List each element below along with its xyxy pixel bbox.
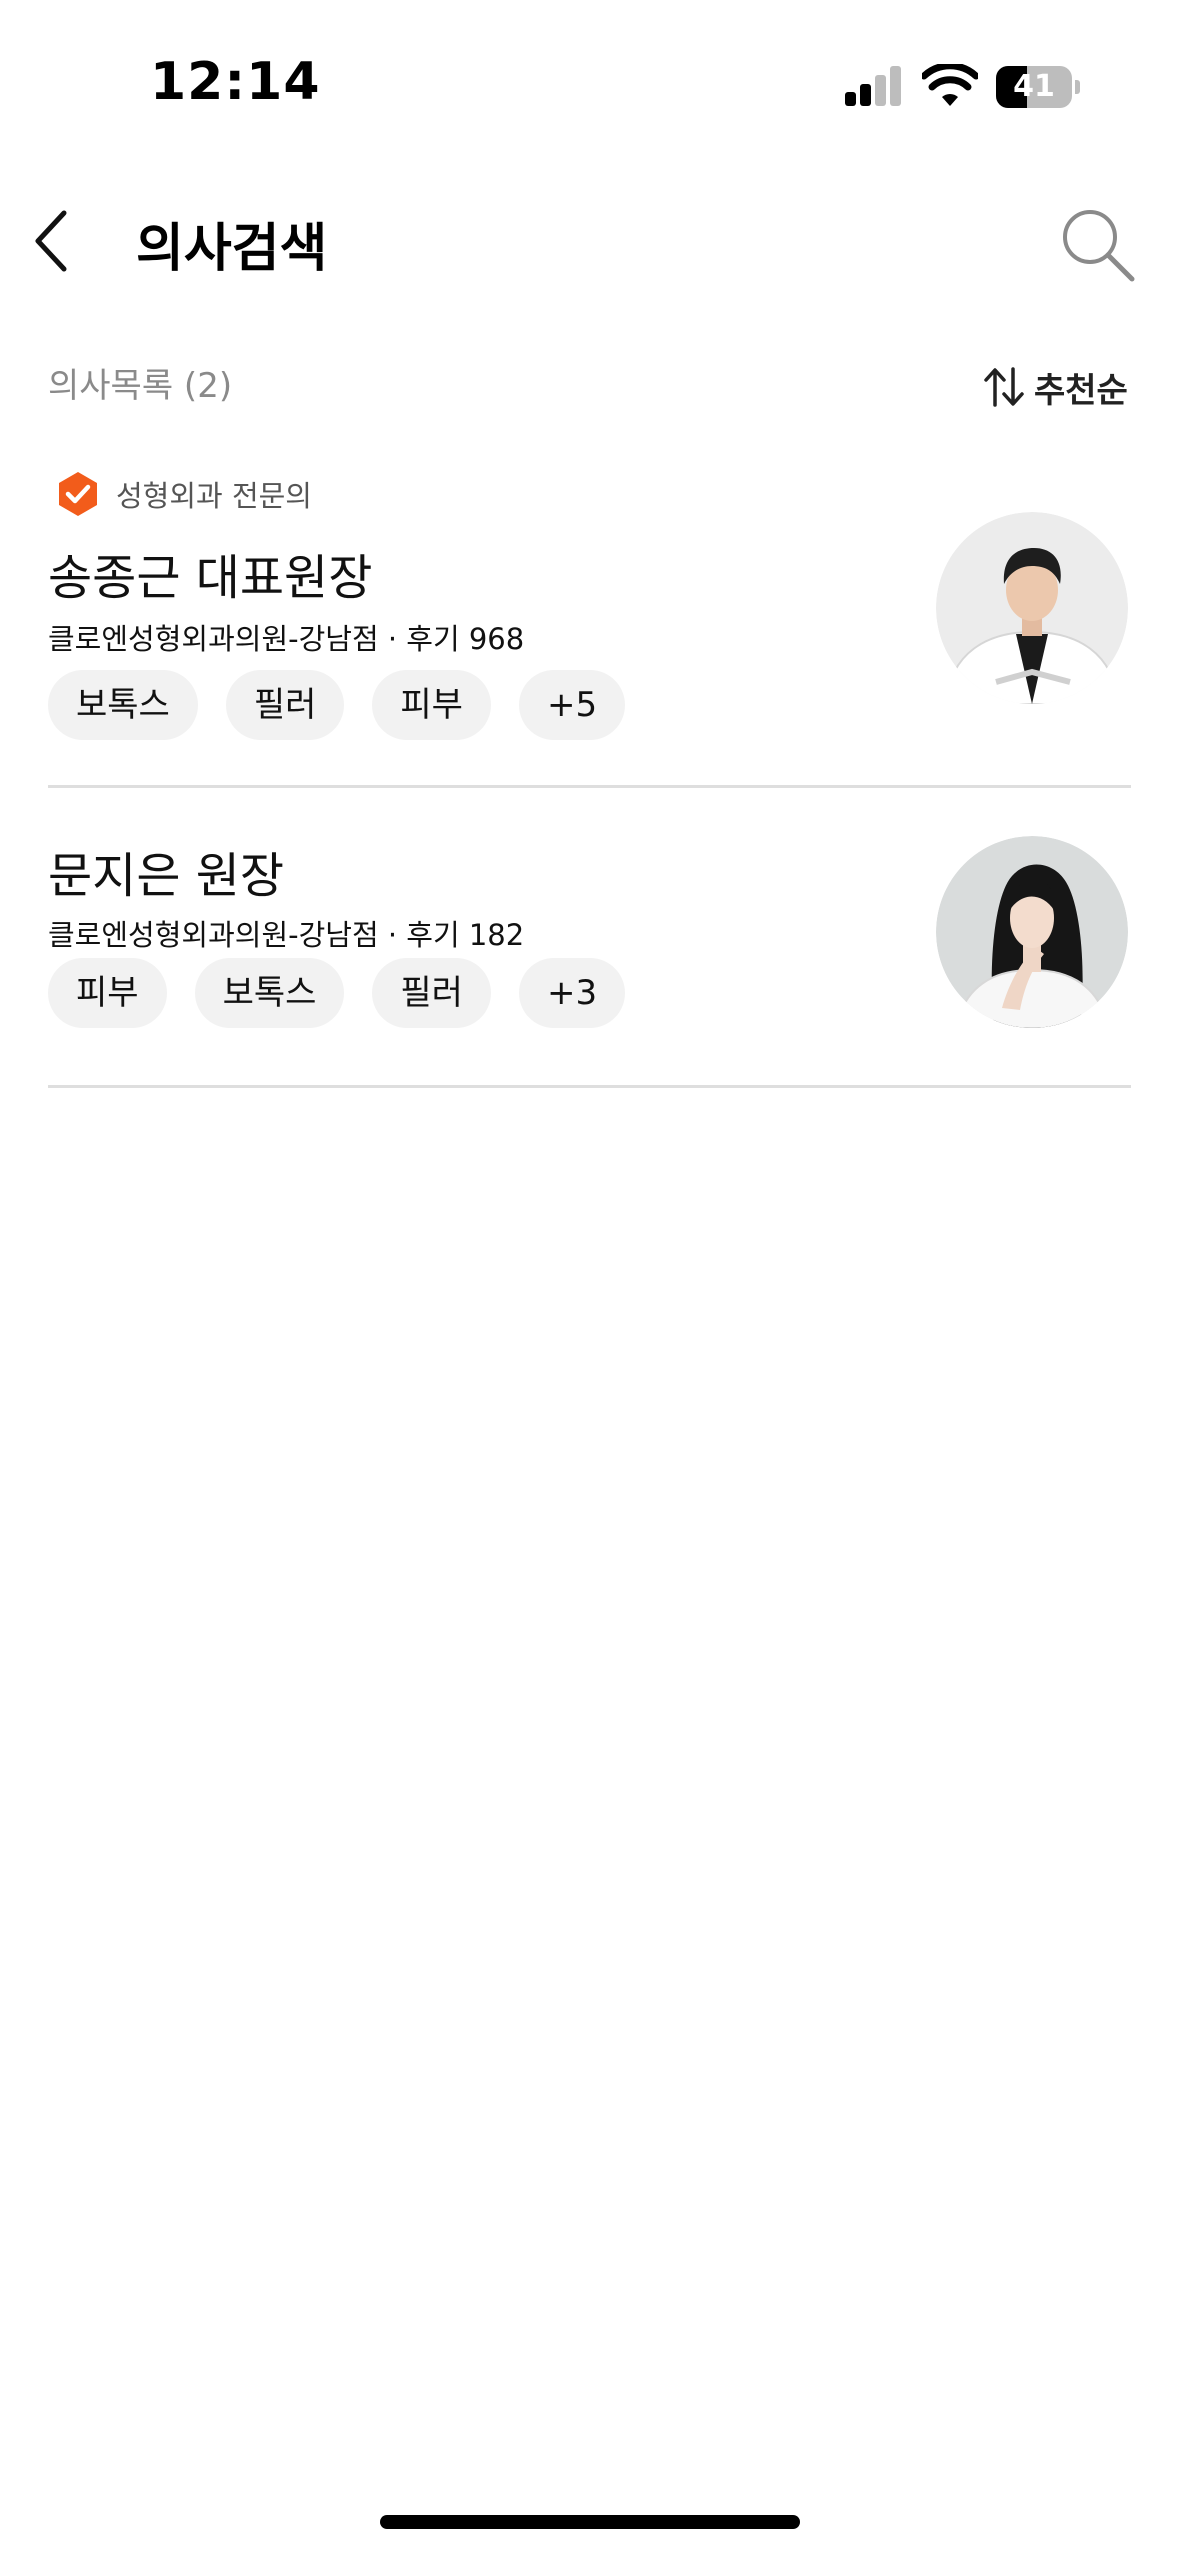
status-bar: 12:14 41	[0, 0, 1179, 150]
doctor-name: 송종근 대표원장	[48, 550, 373, 606]
status-time: 12:14	[150, 52, 321, 112]
doctor-clinic-reviews: 클로엔성형외과의원-강남점 · 후기 182	[48, 918, 525, 952]
search-icon	[1063, 210, 1135, 282]
back-button[interactable]	[24, 205, 84, 277]
doctor-list-item[interactable]: 문지은 원장 클로엔성형외과의원-강남점 · 후기 182 피부 보톡스 필러 …	[48, 836, 1131, 1056]
treatment-tag: 필러	[372, 958, 491, 1028]
treatment-tag: 피부	[372, 670, 491, 740]
treatment-tag: 보톡스	[194, 958, 345, 1028]
specialist-badge: 성형외과 전문의	[56, 470, 312, 518]
treatment-tag: 필러	[225, 670, 345, 740]
doctor-list-count: 의사목록 (2)	[48, 366, 233, 406]
verified-check-icon	[59, 472, 97, 516]
doctor-list-item[interactable]: 성형외과 전문의 송종근 대표원장 클로엔성형외과의원-강남점 · 후기 968…	[48, 470, 1131, 770]
page-title: 의사검색	[136, 219, 328, 279]
specialist-badge-label: 성형외과 전문의	[116, 479, 312, 513]
chevron-left-icon	[35, 210, 67, 272]
cellular-signal-icon	[845, 66, 903, 106]
battery-level: 41	[1013, 69, 1055, 104]
doctor-name: 문지은 원장	[48, 848, 285, 904]
sort-label: 추천순	[1034, 370, 1128, 411]
sort-button[interactable]: 추천순	[982, 364, 1128, 411]
treatment-tag: 피부	[48, 958, 167, 1028]
wifi-icon	[922, 64, 978, 106]
doctor-photo	[936, 836, 1128, 1028]
divider	[48, 785, 1131, 788]
more-tags-count: +5	[518, 670, 626, 740]
doctor-clinic-reviews: 클로엔성형외과의원-강남점 · 후기 968	[48, 622, 525, 656]
more-tags-count: +3	[518, 958, 626, 1028]
sort-arrows-icon	[984, 367, 1024, 407]
treatment-tags: 보톡스 필러 피부 +5	[48, 670, 653, 740]
divider	[48, 1085, 1131, 1088]
home-indicator[interactable]	[380, 2515, 800, 2529]
search-button[interactable]	[1058, 205, 1138, 285]
treatment-tag: 보톡스	[48, 670, 198, 740]
treatment-tags: 피부 보톡스 필러 +3	[48, 958, 653, 1028]
doctor-photo	[936, 512, 1128, 704]
battery-icon: 41	[996, 66, 1080, 108]
